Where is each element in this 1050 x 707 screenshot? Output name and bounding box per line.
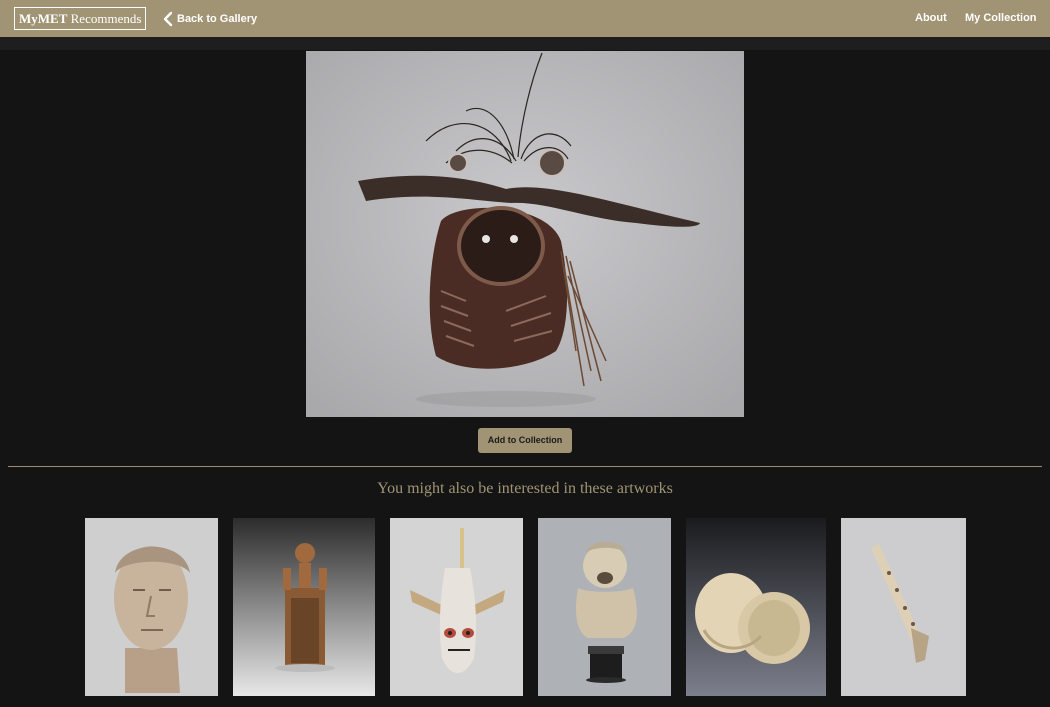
artwork-image: [306, 51, 744, 417]
section-divider: [8, 466, 1042, 467]
brand-prefix: MyMET: [19, 11, 68, 26]
recommendation-thumbnail[interactable]: [538, 518, 671, 696]
recommendation-thumbnail[interactable]: [390, 518, 523, 696]
recommendations-heading: You might also be interested in these ar…: [377, 480, 673, 497]
brand-suffix: Recommends: [70, 11, 142, 26]
about-link[interactable]: About: [915, 12, 947, 24]
top-navbar: MyMET Recommends Back to Gallery About M…: [0, 0, 1050, 37]
recommendation-thumbnail[interactable]: [686, 518, 826, 696]
chevron-left-icon: [163, 11, 173, 27]
back-to-gallery-label: Back to Gallery: [177, 13, 258, 25]
navbar-shadow: [0, 37, 1050, 50]
my-collection-link[interactable]: My Collection: [965, 12, 1037, 24]
recommendation-thumbnail[interactable]: [85, 518, 218, 696]
add-to-collection-button[interactable]: Add to Collection: [478, 428, 572, 453]
brand-logo[interactable]: MyMET Recommends: [14, 7, 147, 30]
recommendation-thumbnail[interactable]: [233, 518, 375, 696]
recommendation-thumbnail[interactable]: [841, 518, 966, 696]
back-to-gallery-link[interactable]: Back to Gallery: [162, 10, 257, 28]
